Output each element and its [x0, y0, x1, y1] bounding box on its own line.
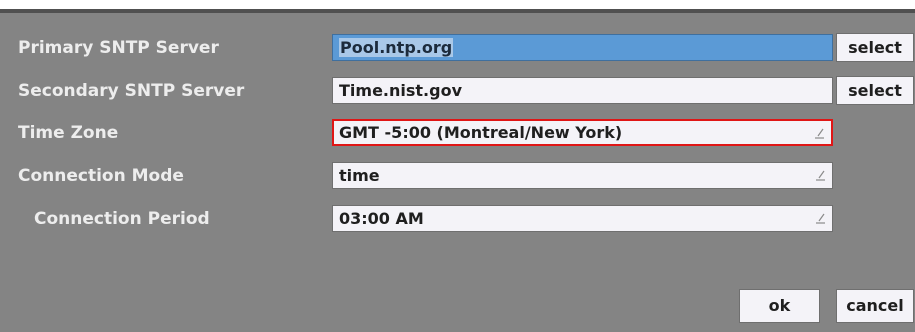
connection-mode-select[interactable]: time [332, 162, 833, 189]
cancel-button[interactable]: cancel [836, 289, 914, 323]
connection-period-select[interactable]: 03:00 AM [332, 205, 833, 232]
primary-sntp-label: Primary SNTP Server [18, 38, 219, 58]
ok-button[interactable]: ok [739, 289, 820, 323]
secondary-sntp-value: Time.nist.gov [339, 81, 462, 100]
time-zone-label: Time Zone [18, 123, 119, 143]
primary-sntp-select-button[interactable]: select [836, 33, 914, 62]
primary-sntp-input[interactable]: Pool.ntp.org [332, 34, 833, 61]
dropdown-resize-icon [816, 213, 825, 224]
connection-period-value: 03:00 AM [339, 209, 424, 228]
secondary-sntp-input[interactable]: Time.nist.gov [332, 77, 833, 104]
connection-mode-value: time [339, 166, 380, 185]
dropdown-resize-icon [816, 170, 825, 181]
sntp-settings-panel: Primary SNTP Server Pool.ntp.org select … [0, 9, 915, 332]
time-zone-select[interactable]: GMT -5:00 (Montreal/New York) [332, 119, 833, 146]
time-zone-value: GMT -5:00 (Montreal/New York) [339, 123, 623, 142]
dropdown-resize-icon [815, 128, 824, 139]
connection-period-label: Connection Period [34, 209, 210, 229]
connection-mode-label: Connection Mode [18, 166, 184, 186]
primary-sntp-value: Pool.ntp.org [339, 38, 454, 57]
secondary-sntp-label: Secondary SNTP Server [18, 81, 245, 101]
secondary-sntp-select-button[interactable]: select [836, 76, 914, 105]
